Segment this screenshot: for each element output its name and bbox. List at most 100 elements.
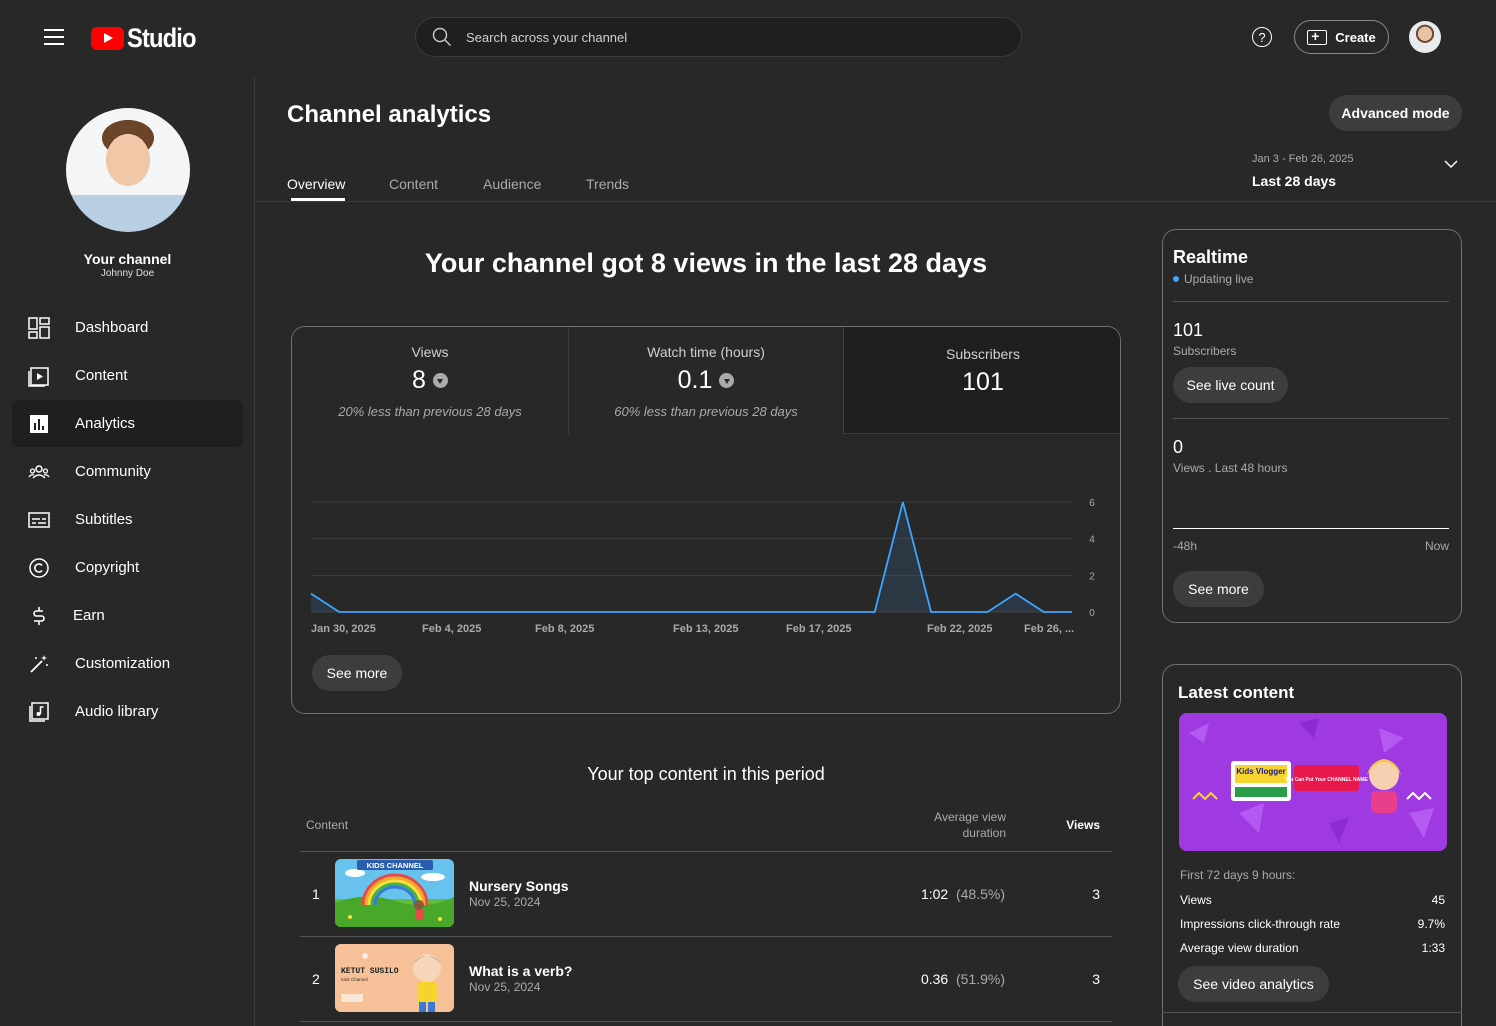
create-button[interactable]: Create [1294,20,1389,54]
column-header-avg-duration[interactable]: Average view duration [906,809,1006,841]
sidebar-item-content[interactable]: Content [12,352,243,399]
sidebar-item-copyright[interactable]: Copyright [12,544,243,591]
thumbnail-banner-text: You Can Put Your CHANNEL NAME [1284,777,1368,783]
realtime-chart-baseline [1173,528,1449,529]
search-input[interactable] [466,29,966,45]
chevron-down-icon[interactable] [1444,159,1458,169]
latest-content-card: Latest content Kids Vlogger You Can Put … [1162,664,1462,1026]
tab-content[interactable]: Content [389,176,438,192]
search-icon [432,27,451,46]
metric-value: 0.1 [677,366,713,394]
video-title[interactable]: Nursery Songs [469,878,569,894]
metric-label: Watch time (hours) [647,344,765,360]
earn-icon [28,605,50,627]
stat-label: Average view duration [1180,941,1299,955]
metric-label: Views [411,344,449,360]
views-chart[interactable]: 0 2 4 6 Jan 30, 2025 Feb 4, 2025 Feb 8, 2025 Fe… [292,434,1120,644]
arrow-down-icon [432,373,448,388]
realtime-status: Updating live [1173,272,1253,286]
x-tick-label: Feb 13, 2025 [673,623,738,635]
realtime-axis-end: Now [1424,539,1449,553]
sidebar-item-customization[interactable]: Customization [12,640,243,687]
create-video-icon [1307,28,1328,45]
see-more-button[interactable]: See more [312,655,402,691]
realtime-subscribers-value: 101 [1173,320,1204,340]
sidebar: Your channel Johnny Doe Dashboard Conten… [0,77,255,1026]
avg-duration-value: 1:02 [920,886,949,902]
see-video-analytics-button[interactable]: See video analytics [1178,966,1329,1002]
column-header-content: Content [306,818,349,832]
studio-logo[interactable]: Studio [91,23,205,54]
account-avatar[interactable] [1409,21,1441,53]
tab-trends[interactable]: Trends [586,176,629,192]
sidebar-item-subtitles[interactable]: Subtitles [12,496,243,543]
sidebar-item-label: Audio library [75,703,159,720]
y-tick-label: 6 [1089,498,1095,509]
menu-icon[interactable] [44,29,64,45]
date-range[interactable]: Jan 3 - Feb 26, 2025 [1252,153,1354,165]
metric-watch-time[interactable]: Watch time (hours) 0.1 60% less than pre… [569,327,844,434]
video-title[interactable]: What is a verb? [469,963,572,979]
create-label: Create [1335,29,1376,45]
sidebar-item-label: Customization [75,655,171,672]
realtime-title: Realtime [1173,247,1249,267]
sidebar-item-audio-library[interactable]: Audio library [12,688,243,735]
analytics-icon [28,413,50,435]
video-thumbnail[interactable]: KIDS CHANNEL [335,859,454,927]
tab-audience[interactable]: Audience [483,176,541,192]
sidebar-item-label: Copyright [75,559,140,576]
youtube-play-icon [91,27,124,50]
row-divider [300,1021,1112,1022]
row-divider [300,851,1112,852]
realtime-subscribers-label: Subscribers [1173,344,1237,358]
video-thumbnail[interactable]: KETUT SUSILO Kids Channel [335,944,454,1012]
channel-name: Johnny Doe [100,268,155,279]
overview-headline: Your channel got 8 views in the last 28 … [424,248,988,278]
sidebar-item-earn[interactable]: Earn [12,592,243,639]
realtime-divider [1173,301,1449,302]
x-tick-label: Feb 17, 2025 [786,623,851,635]
search-bar[interactable] [415,17,1022,57]
video-views: 3 [1092,971,1100,987]
tab-overview[interactable]: Overview [287,176,345,192]
metric-value: 101 [962,368,1004,396]
realtime-see-more-button[interactable]: See more [1173,571,1264,607]
realtime-views-label: Views . Last 48 hours [1173,461,1288,475]
realtime-status-text: Updating live [1184,272,1254,286]
channel-avatar[interactable] [66,108,190,232]
community-icon [28,461,50,483]
x-tick-label: Feb 22, 2025 [927,623,992,635]
sidebar-item-label: Earn [73,607,105,624]
realtime-axis-start: -48h [1173,539,1198,553]
latest-video-thumbnail[interactable]: Kids Vlogger You Can Put Your CHANNEL NA… [1179,713,1447,851]
stat-label: Views [1180,893,1212,907]
metric-comparison: 20% less than previous 28 days [338,404,522,419]
realtime-divider [1173,418,1449,419]
sidebar-item-analytics[interactable]: Analytics [12,400,243,447]
thumbnail-logo-text: Kids Vlogger [1236,767,1285,776]
metric-views[interactable]: Views 8 20% less than previous 28 days [292,327,569,434]
avg-view-duration: 1:02 (48.5%) [880,886,1005,902]
content-icon [28,365,50,387]
avg-view-duration: 0.36 (51.9%) [880,971,1005,987]
chart-series-line [310,501,1072,613]
help-icon[interactable]: ? [1252,27,1272,47]
thumbnail-text: KETUT SUSILO [341,967,399,976]
x-tick-label: Feb 26, ... [1024,623,1074,635]
page-title: Channel analytics [287,101,492,128]
thumbnail-subtext: Kids Channel [341,977,368,982]
row-divider [300,936,1112,937]
sidebar-item-community[interactable]: Community [12,448,243,495]
y-tick-label: 2 [1089,571,1095,582]
magic-wand-icon [28,653,50,675]
date-range-label[interactable]: Last 28 days [1252,173,1336,189]
sidebar-item-dashboard[interactable]: Dashboard [12,304,243,351]
column-header-views[interactable]: Views [1040,818,1100,832]
subtitles-icon [28,509,50,531]
metric-subscribers[interactable]: Subscribers 101 [844,327,1120,434]
see-live-count-button[interactable]: See live count [1173,367,1288,403]
audio-library-icon [28,701,50,723]
advanced-mode-button[interactable]: Advanced mode [1329,95,1462,131]
metric-comparison: 60% less than previous 28 days [614,404,798,419]
latest-stat-views: Views 45 [1180,893,1445,907]
